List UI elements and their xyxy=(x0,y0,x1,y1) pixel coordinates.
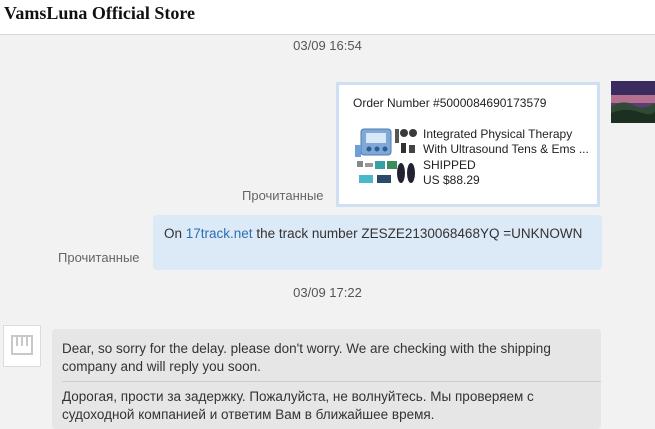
order-card[interactable]: Order Number #5000084690173579 Integrate… xyxy=(336,82,600,207)
therapy-device-icon xyxy=(353,123,419,189)
chat-header: VamsLuna Official Store xyxy=(0,0,655,35)
message-timestamp: 03/09 17:22 xyxy=(293,285,362,300)
store-reply-bubble: Dear, so sorry for the delay. please don… xyxy=(52,329,601,429)
read-receipt-label: Прочитанные xyxy=(58,250,140,265)
user-avatar xyxy=(611,81,655,123)
reply-russian-text: Дорогая, прости за задержку. Пожалуйста,… xyxy=(62,389,534,422)
tracking-site-link[interactable]: 17track.net xyxy=(186,226,253,241)
tracking-message-bubble: On 17track.net the track number ZESZE213… xyxy=(153,215,602,270)
message-timestamp: 03/09 16:54 xyxy=(293,38,362,53)
product-price: US $88.29 xyxy=(423,173,480,187)
reply-english-text: Dear, so sorry for the delay. please don… xyxy=(62,341,551,374)
store-logo-icon xyxy=(11,335,33,355)
order-status: SHIPPED xyxy=(423,158,476,172)
translation-divider xyxy=(62,381,601,382)
tracking-message-text: the track number ZESZE2130068468YQ =UNKN… xyxy=(252,226,583,241)
store-avatar xyxy=(3,325,41,367)
tracking-message-prefix: On xyxy=(164,226,186,241)
order-number: Order Number #5000084690173579 xyxy=(353,96,547,110)
read-receipt-label: Прочитанные xyxy=(242,188,324,203)
landscape-avatar-icon xyxy=(611,81,655,123)
product-title[interactable]: Integrated Physical Therapy With Ultraso… xyxy=(423,127,595,157)
store-name[interactable]: VamsLuna Official Store xyxy=(4,3,195,24)
product-image[interactable] xyxy=(353,123,419,189)
